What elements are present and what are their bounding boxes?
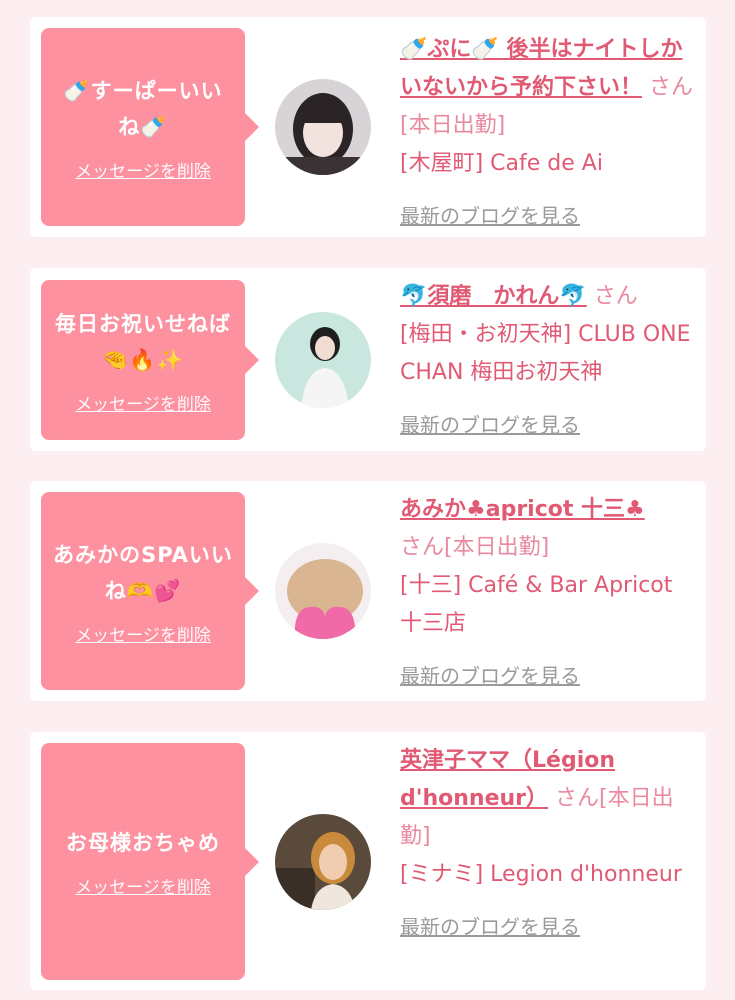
cast-info: あみか♣apricot 十三♣ さん[本日出勤] [十三] Café & Bar… (400, 491, 696, 695)
latest-blog-link[interactable]: 最新のブログを見る (400, 908, 696, 946)
avatar-photo-icon (275, 543, 371, 639)
avatar-photo-icon (275, 79, 371, 175)
message-bubble: お母様おちゃめ メッセージを削除 (41, 743, 259, 980)
message-bubble: あみかのSPAいい ね🫶💕 メッセージを削除 (41, 492, 259, 690)
list-item: 🍼すーぱーいい ね🍼 メッセージを削除 🍼ぷに🍼 後半はナイトしかいないから予約… (30, 17, 706, 237)
message-bubble: 🍼すーぱーいい ね🍼 メッセージを削除 (41, 28, 259, 226)
avatar[interactable] (275, 814, 371, 910)
cast-status: さん (593, 284, 638, 309)
message-text: 🍼すーぱーいい ね🍼 (63, 78, 223, 139)
delete-message-link[interactable]: メッセージを削除 (75, 390, 211, 415)
message-text: お母様おちゃめ (66, 831, 220, 855)
cast-info: 🐬須磨 かれん🐬 さん [梅田・お初天神] CLUB ONE CHAN 梅田お初… (400, 278, 696, 444)
message-text: 毎日お祝いせねば 🤏🔥✨ (55, 311, 231, 372)
avatar[interactable] (275, 79, 371, 175)
cast-info: 🍼ぷに🍼 後半はナイトしかいないから予約下さい！ さん[本日出勤] [木屋町] … (400, 31, 696, 235)
cast-name-link[interactable]: あみか♣apricot 十三♣ (400, 497, 645, 522)
avatar[interactable] (275, 543, 371, 639)
message-text: あみかのSPAいい ね🫶💕 (53, 542, 233, 603)
cast-info: 英津子ママ（Légion d'honneur） さん[本日出勤] [ミナミ] L… (400, 742, 696, 946)
latest-blog-link[interactable]: 最新のブログを見る (400, 197, 696, 235)
list-item: あみかのSPAいい ね🫶💕 メッセージを削除 あみか♣apricot 十三♣ さ… (30, 481, 706, 701)
cast-name-link[interactable]: 🐬須磨 かれん🐬 (400, 284, 587, 309)
avatar-photo-icon (275, 814, 371, 910)
shop-name: [木屋町] Cafe de Ai (400, 151, 603, 176)
cast-name-link[interactable]: 🍼ぷに🍼 後半はナイトしかいないから予約下さい！ (400, 37, 682, 100)
message-bubble: 毎日お祝いせねば 🤏🔥✨ メッセージを削除 (41, 280, 259, 440)
favorite-message-list: 🍼すーぱーいい ね🍼 メッセージを削除 🍼ぷに🍼 後半はナイトしかいないから予約… (0, 0, 735, 1000)
shop-name: [ミナミ] Legion d'honneur (400, 862, 682, 887)
avatar[interactable] (275, 312, 371, 408)
list-item: 毎日お祝いせねば 🤏🔥✨ メッセージを削除 🐬須磨 かれん🐬 さん [梅田・お初… (30, 268, 706, 451)
shop-name: [梅田・お初天神] CLUB ONE CHAN 梅田お初天神 (400, 322, 691, 385)
delete-message-link[interactable]: メッセージを削除 (75, 621, 211, 646)
shop-name: [十三] Café & Bar Apricot 十三店 (400, 573, 673, 636)
avatar-photo-icon (275, 312, 371, 408)
list-item: お母様おちゃめ メッセージを削除 英津子ママ（Légion d'honneur）… (30, 732, 706, 990)
cast-status: さん[本日出勤] (400, 535, 550, 560)
latest-blog-link[interactable]: 最新のブログを見る (400, 406, 696, 444)
latest-blog-link[interactable]: 最新のブログを見る (400, 657, 696, 695)
delete-message-link[interactable]: メッセージを削除 (75, 873, 211, 898)
delete-message-link[interactable]: メッセージを削除 (75, 157, 211, 182)
